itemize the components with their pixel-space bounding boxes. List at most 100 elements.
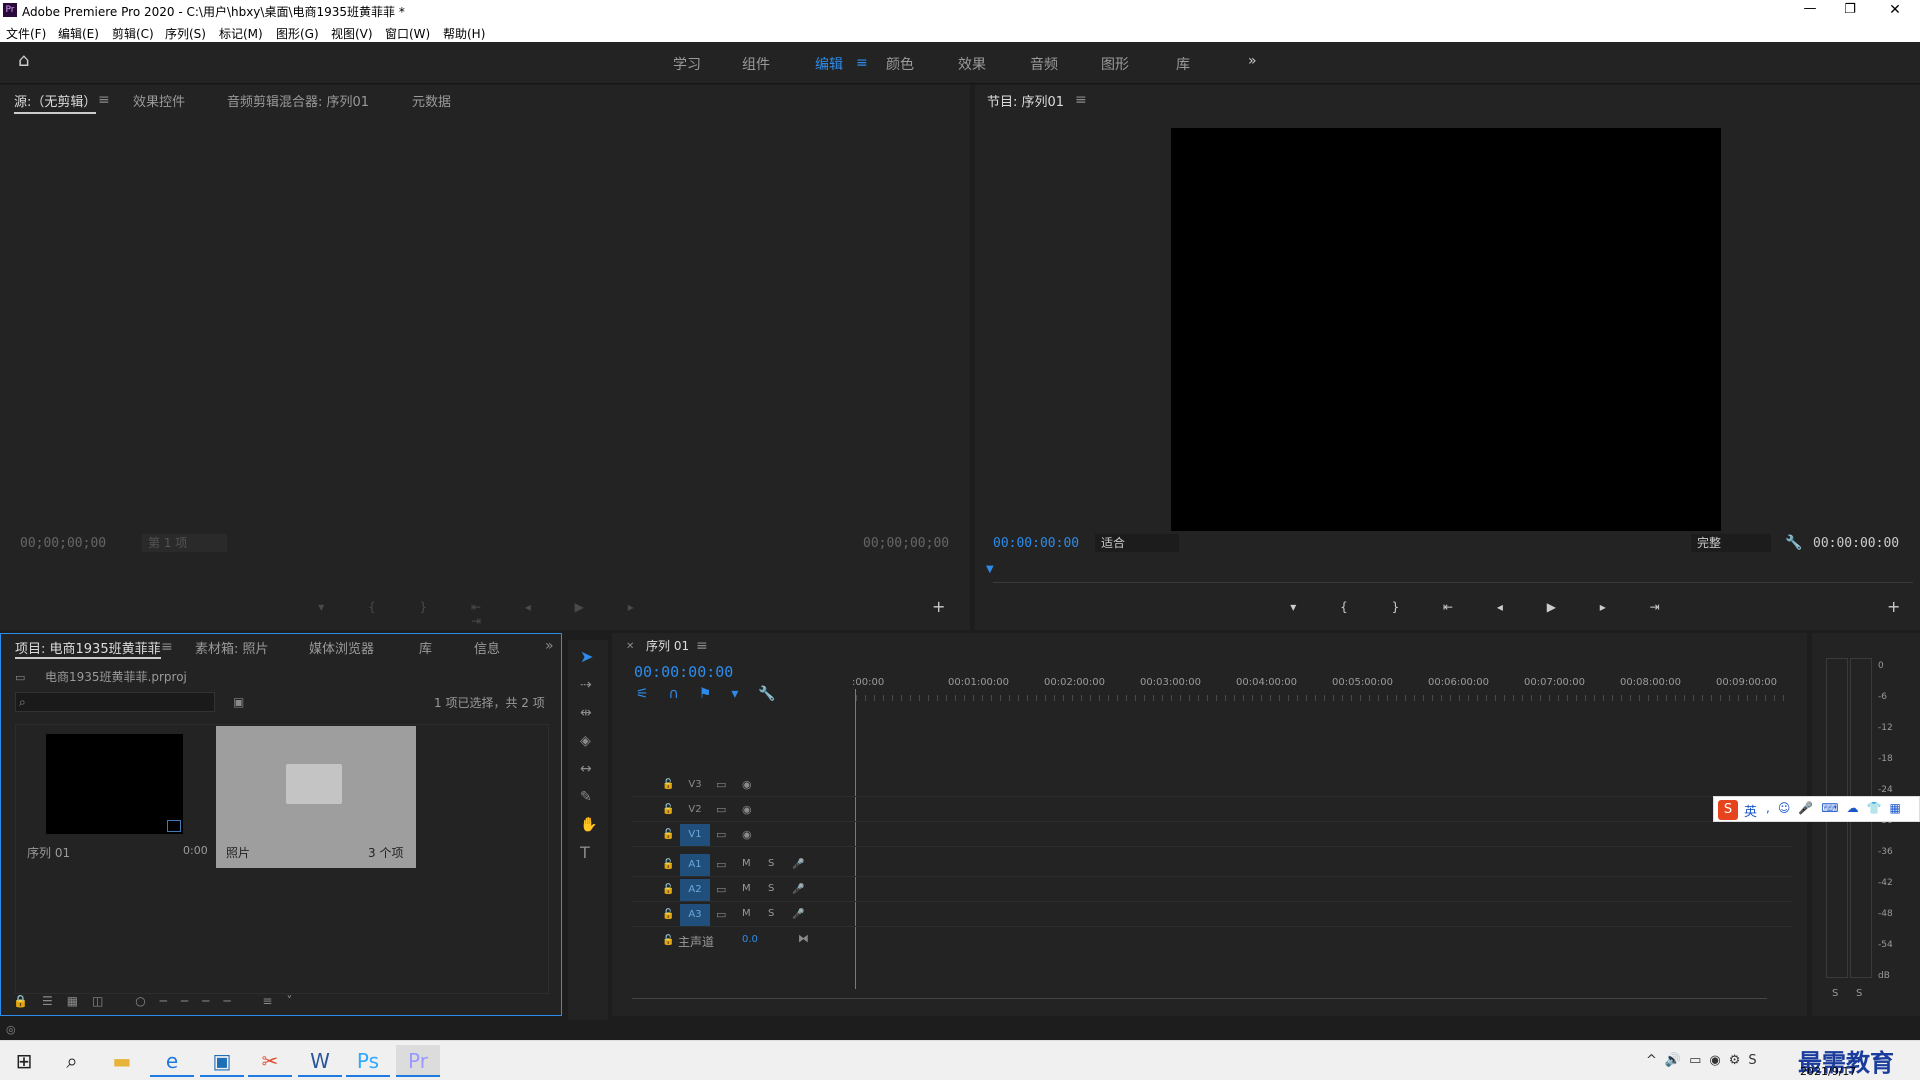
menu-item[interactable]: 帮助(H) [443, 25, 485, 42]
master-track[interactable]: 🔓 主声道 0.0 ⧓ [632, 929, 1792, 953]
premiere-icon[interactable]: Pr [396, 1045, 440, 1077]
track-a2[interactable]: 🔓 A2 ▭ M S 🎤 [632, 878, 1792, 902]
tab-metadata[interactable]: 元数据 [412, 91, 451, 110]
track-label[interactable]: V2 [680, 799, 710, 821]
time-ruler[interactable]: :00:00 00:01:00:00 00:02:00:00 00:03:00:00 0… [852, 673, 1792, 697]
track-v2[interactable]: 🔓 V2 ▭ ◉ [632, 798, 1792, 822]
track-v1[interactable]: 🔓 V1 ▭ ◉ [632, 823, 1792, 847]
menu-item[interactable]: 剪辑(C) [112, 25, 154, 42]
tab-project[interactable]: 项目: 电商1935班黄菲菲 [15, 638, 161, 659]
new-search-bin-icon[interactable]: ▣ [233, 695, 244, 709]
wrench-icon[interactable]: 🔧 [1785, 536, 1802, 550]
mute-button[interactable]: M [742, 858, 751, 869]
menu-item[interactable]: 文件(F) [6, 25, 46, 42]
type-tool-icon[interactable]: T [580, 845, 590, 861]
word-icon[interactable]: W [298, 1045, 342, 1077]
menu-item[interactable]: 编辑(E) [58, 25, 99, 42]
tab-sequence[interactable]: 序列 01 [646, 637, 689, 654]
tab-bin[interactable]: 素材箱: 照片 [195, 638, 269, 657]
sync-lock-icon[interactable]: ▭ [716, 778, 726, 792]
track-a3[interactable]: 🔓 A3 ▭ M S 🎤 [632, 903, 1792, 927]
solo-button[interactable]: S [768, 908, 774, 919]
close-button[interactable]: ✕ [1880, 0, 1910, 20]
hand-tool-icon[interactable]: ✋ [580, 818, 597, 832]
sequence-item[interactable]: 序列 01 0:00 [17, 726, 215, 866]
workspace-tab[interactable]: 组件 [742, 54, 770, 74]
ripple-edit-tool-icon[interactable]: ⇹ [580, 706, 592, 720]
workspace-tab[interactable]: 学习 [673, 54, 701, 74]
workspace-tab[interactable]: 图形 [1101, 54, 1129, 74]
lock-icon[interactable]: 🔓 [662, 803, 674, 817]
slip-tool-icon[interactable]: ↔ [580, 762, 592, 776]
workspace-tab[interactable]: 库 [1176, 54, 1190, 74]
source-timecode-in[interactable]: 00;00;00;00 [20, 536, 106, 551]
mute-button[interactable]: M [742, 883, 751, 894]
quality-dropdown[interactable]: 完整 [1691, 534, 1771, 552]
panel-menu-icon[interactable]: ≡ [98, 93, 110, 107]
playhead-bar[interactable] [993, 582, 1913, 583]
close-tab-icon[interactable]: ✕ [626, 640, 634, 654]
fit-dropdown[interactable]: 适合 [1095, 534, 1179, 552]
search-input[interactable] [15, 692, 215, 712]
pen-tool-icon[interactable]: ✎ [580, 790, 592, 804]
menu-item[interactable]: 窗口(W) [385, 25, 430, 42]
tab-effect-controls[interactable]: 效果控件 [133, 91, 185, 110]
screenshot-icon[interactable]: ✂ [248, 1045, 292, 1077]
sync-lock-icon[interactable]: ▭ [716, 803, 726, 817]
workspace-tab[interactable]: 效果 [958, 54, 986, 74]
source-page-select[interactable]: 第 1 项 [142, 534, 227, 552]
sync-lock-icon[interactable]: ▭ [716, 908, 726, 922]
menu-item[interactable]: 图形(G) [276, 25, 319, 42]
sync-lock-icon[interactable]: ▭ [716, 858, 726, 872]
workspace-tab[interactable]: 音频 [1030, 54, 1058, 74]
program-timecode[interactable]: 00:00:00:00 [993, 536, 1079, 551]
eye-icon[interactable]: ◉ [742, 778, 752, 792]
track-a1[interactable]: 🔓 A1 ▭ M S 🎤 [632, 853, 1792, 877]
ime-language[interactable]: 英 [1744, 801, 1757, 820]
lock-icon[interactable]: 🔓 [662, 908, 674, 922]
add-button-icon[interactable]: + [932, 599, 945, 615]
timeline-hscroll[interactable] [632, 998, 1767, 999]
more-workspaces-icon[interactable]: » [1248, 54, 1257, 68]
more-tabs-icon[interactable]: » [545, 639, 554, 653]
lock-icon[interactable]: 🔓 [662, 934, 674, 948]
minimize-button[interactable]: — [1795, 0, 1825, 20]
track-label[interactable]: A3 [680, 904, 710, 926]
panel-menu-icon[interactable]: ≡ [161, 640, 173, 654]
panel-menu-icon[interactable]: ≡ [696, 639, 708, 653]
master-volume[interactable]: 0.0 [742, 934, 758, 945]
panel-menu-icon[interactable]: ≡ [1075, 93, 1087, 107]
mute-button[interactable]: M [742, 908, 751, 919]
eye-icon[interactable]: ◉ [742, 828, 752, 842]
track-label[interactable]: V1 [680, 824, 710, 846]
workspace-tab[interactable]: 颜色 [886, 54, 914, 74]
folder-item[interactable]: 照片 3 个项 [216, 726, 416, 868]
track-v3[interactable]: 🔓 V3 ▭ ◉ [632, 773, 1792, 797]
ime-toolbar[interactable]: S 英 ,☺🎤⌨☁👕▦ [1713, 796, 1920, 822]
file-explorer-icon[interactable]: ▬ [100, 1045, 144, 1077]
workspace-tab[interactable]: 编辑 [815, 54, 843, 74]
mic-icon[interactable]: 🎤 [792, 858, 804, 872]
photos-icon[interactable]: ▣ [200, 1045, 244, 1077]
track-select-tool-icon[interactable]: ⇢ [580, 678, 592, 692]
restore-button[interactable]: ❐ [1835, 0, 1865, 20]
search-icon[interactable]: ⌕ [50, 1045, 94, 1077]
solo-right-button[interactable]: S [1856, 988, 1862, 999]
tab-info[interactable]: 信息 [474, 638, 500, 657]
workspace-menu-icon[interactable]: ≡ [856, 56, 868, 70]
windows-start-icon[interactable]: ⊞ [2, 1045, 46, 1077]
razor-tool-icon[interactable]: ◈ [580, 734, 591, 748]
lock-icon[interactable]: 🔓 [662, 778, 674, 792]
home-icon[interactable]: ⌂ [18, 52, 29, 70]
playhead-icon[interactable]: ▼ [986, 563, 994, 577]
eye-icon[interactable]: ◉ [742, 803, 752, 817]
sync-lock-icon[interactable]: ▭ [716, 883, 726, 897]
menu-item[interactable]: 标记(M) [219, 25, 263, 42]
track-label[interactable]: V3 [680, 774, 710, 796]
lock-icon[interactable]: 🔓 [662, 883, 674, 897]
lock-icon[interactable]: 🔓 [662, 858, 674, 872]
track-label[interactable]: A1 [680, 854, 710, 876]
solo-button[interactable]: S [768, 858, 774, 869]
timeline-timecode[interactable]: 00:00:00:00 [634, 663, 733, 681]
selection-tool-icon[interactable]: ➤ [580, 649, 593, 665]
